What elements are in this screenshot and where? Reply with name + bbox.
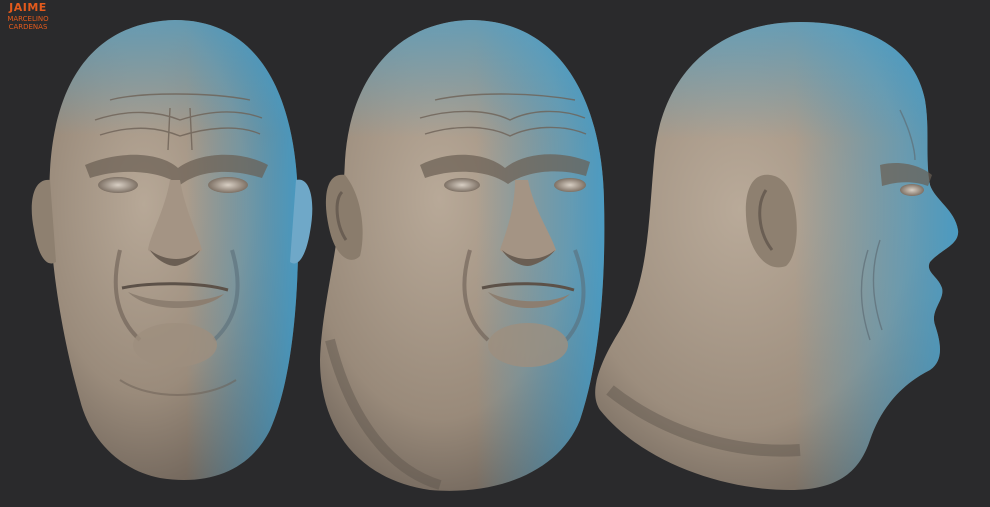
svg-text:MARCELINO: MARCELINO [7, 15, 49, 23]
front-view-head [31, 20, 313, 480]
render-canvas: JAIME MARCELINO CARDENAS [0, 0, 990, 507]
three-quarter-view-head [320, 20, 605, 491]
artist-watermark-logo: JAIME MARCELINO CARDENAS [7, 1, 49, 31]
side-profile-head [595, 22, 959, 490]
sculpt-renders [31, 20, 959, 491]
svg-text:CARDENAS: CARDENAS [9, 23, 48, 31]
svg-text:JAIME: JAIME [8, 1, 47, 14]
